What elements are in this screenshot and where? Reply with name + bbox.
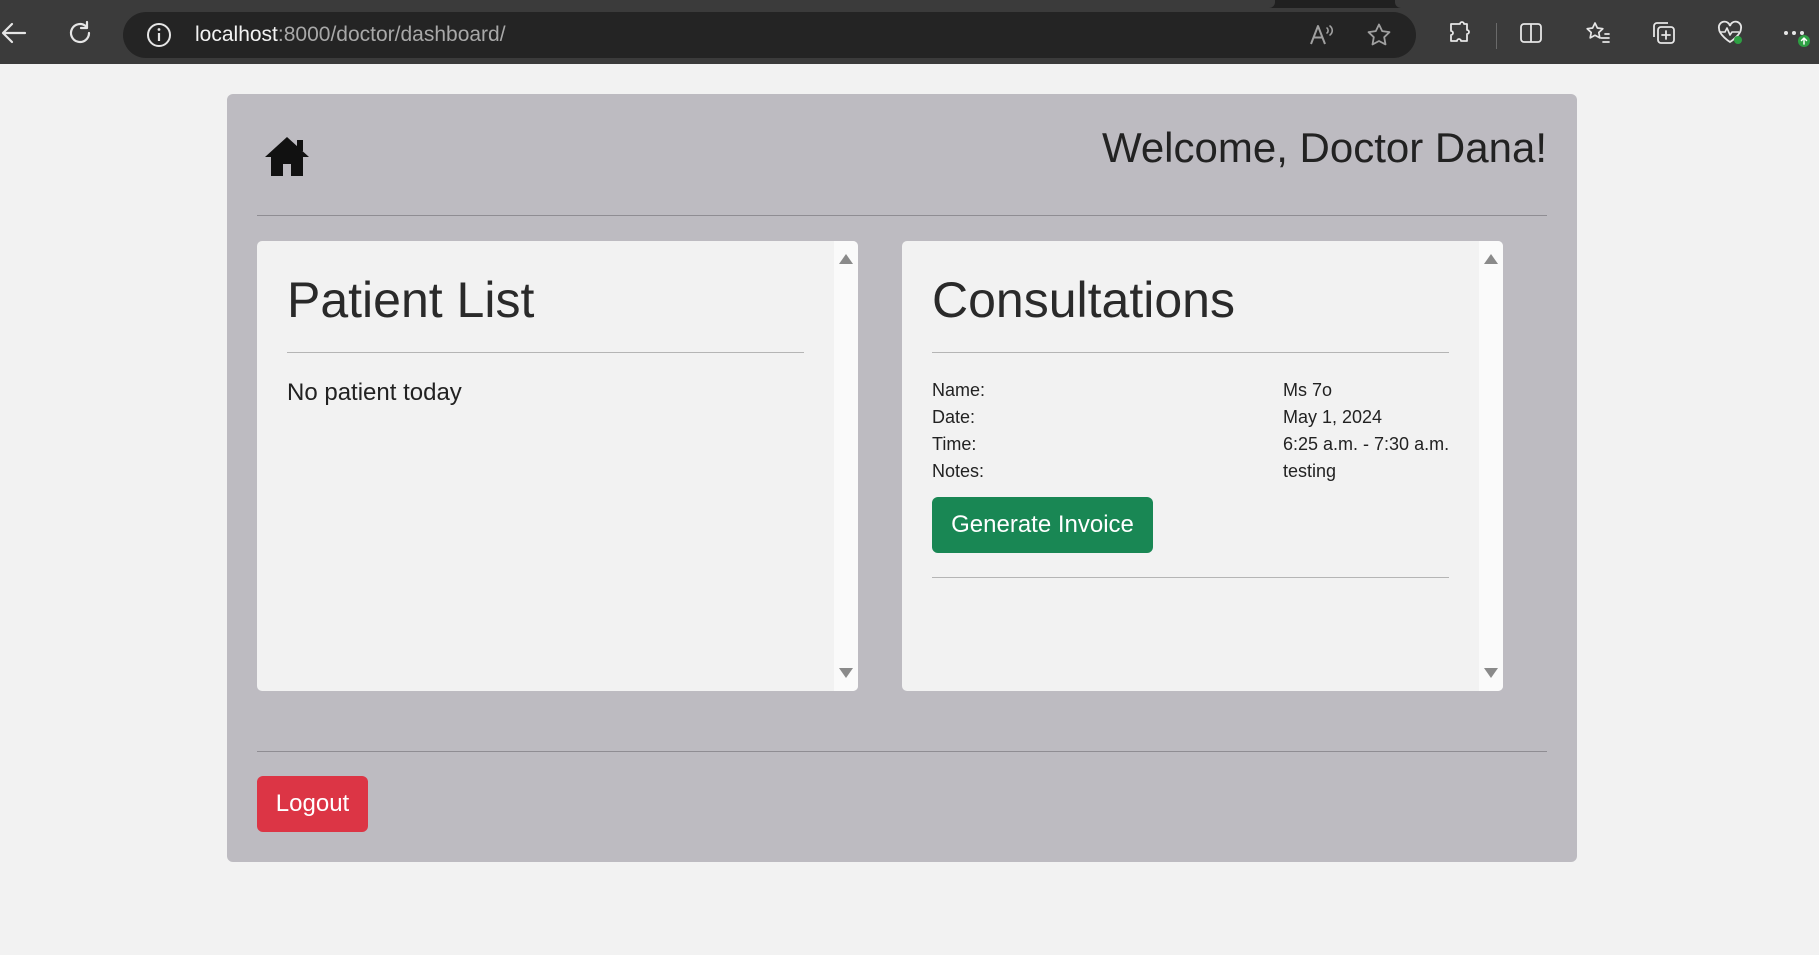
url-text[interactable]: localhost:8000/doctor/dashboard/ xyxy=(195,23,506,47)
consultations-title: Consultations xyxy=(932,272,1235,328)
browser-toolbar: localhost:8000/doctor/dashboard/ xyxy=(0,0,1819,64)
logout-button[interactable]: Logout xyxy=(257,776,368,832)
read-aloud-icon[interactable] xyxy=(1307,21,1335,49)
scrollbar[interactable] xyxy=(1479,241,1503,691)
back-arrow-icon[interactable] xyxy=(0,19,28,47)
divider xyxy=(932,352,1449,353)
heartbeat-icon[interactable] xyxy=(1716,19,1744,47)
scroll-down-arrow-icon[interactable] xyxy=(839,668,853,678)
star-icon[interactable] xyxy=(1365,21,1393,49)
notes-label: Notes: xyxy=(932,461,985,481)
empty-patient-message: No patient today xyxy=(287,379,462,406)
time-value: 6:25 a.m. - 7:30 a.m. xyxy=(1283,434,1450,454)
toolbar-divider xyxy=(1496,23,1497,49)
refresh-icon[interactable] xyxy=(66,19,94,47)
active-tab[interactable] xyxy=(0,0,1275,8)
divider xyxy=(287,352,804,353)
tab[interactable] xyxy=(1395,0,1819,8)
url-path: :8000/doctor/dashboard/ xyxy=(277,23,506,46)
info-icon[interactable] xyxy=(145,21,173,49)
notes-value: testing xyxy=(1283,461,1337,481)
address-bar[interactable]: localhost:8000/doctor/dashboard/ xyxy=(123,12,1416,58)
consultations-card: Consultations Name: Ms 7o Date: May 1, 2… xyxy=(902,241,1503,691)
welcome-heading: Welcome, Doctor Dana! xyxy=(1101,124,1547,171)
name-value: Ms 7o xyxy=(1283,380,1333,400)
date-label: Date: xyxy=(932,407,976,427)
divider xyxy=(257,751,1547,752)
patient-list-title: Patient List xyxy=(287,272,535,328)
tab-strip xyxy=(0,0,1819,8)
favorites-icon[interactable] xyxy=(1584,19,1612,47)
name-label: Name: xyxy=(932,380,986,400)
time-label: Time: xyxy=(932,434,977,454)
divider xyxy=(932,577,1449,578)
scrollbar[interactable] xyxy=(834,241,858,691)
scroll-down-arrow-icon[interactable] xyxy=(1484,668,1498,678)
url-host: localhost xyxy=(195,23,278,46)
home-icon[interactable] xyxy=(263,134,311,178)
more-icon[interactable] xyxy=(1782,19,1810,47)
divider xyxy=(257,215,1547,216)
generate-invoice-button[interactable]: Generate Invoice xyxy=(932,497,1153,553)
dashboard-panel: Welcome, Doctor Dana! Patient List No pa… xyxy=(227,94,1577,862)
scroll-up-arrow-icon[interactable] xyxy=(839,254,853,264)
patient-list-card: Patient List No patient today xyxy=(257,241,858,691)
scroll-up-arrow-icon[interactable] xyxy=(1484,254,1498,264)
collections-icon[interactable] xyxy=(1650,19,1678,47)
split-screen-icon[interactable] xyxy=(1517,19,1545,47)
date-value: May 1, 2024 xyxy=(1283,407,1383,427)
puzzle-icon[interactable] xyxy=(1445,19,1473,47)
